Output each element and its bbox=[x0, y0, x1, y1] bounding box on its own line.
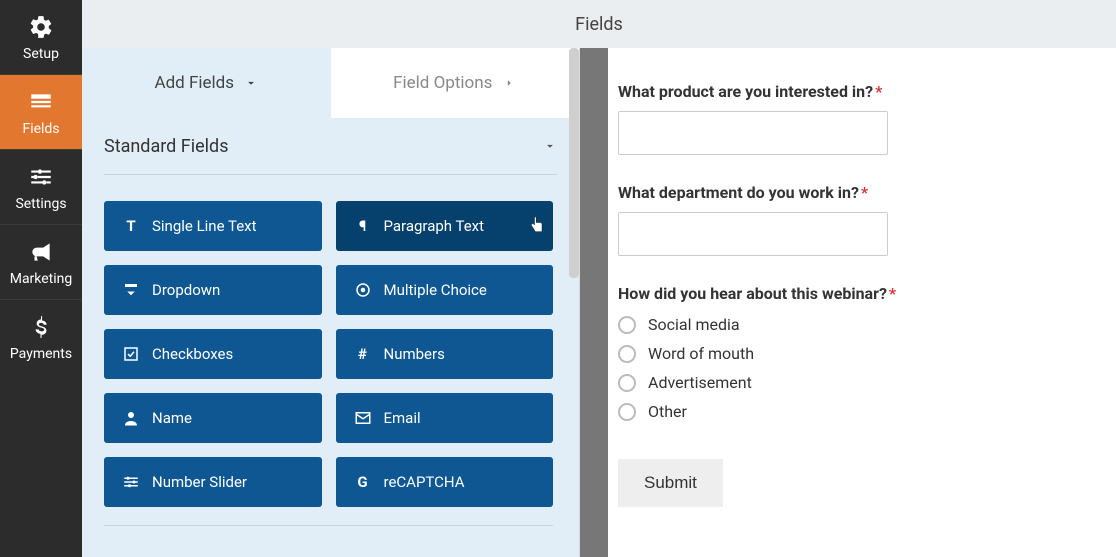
sidebar-nav: Setup Fields Settings Marketing Payments bbox=[0, 0, 82, 557]
sidebar-item-settings[interactable]: Settings bbox=[0, 149, 82, 224]
sidebar-item-payments[interactable]: Payments bbox=[0, 299, 82, 374]
checkbox-icon bbox=[122, 345, 140, 363]
field-numbers[interactable]: # Numbers bbox=[336, 329, 554, 379]
field-email[interactable]: Email bbox=[336, 393, 554, 443]
bullhorn-icon bbox=[28, 239, 54, 265]
required-mark: * bbox=[861, 183, 868, 202]
envelope-icon bbox=[354, 409, 372, 427]
hash-icon: # bbox=[354, 345, 372, 363]
field-checkboxes[interactable]: Checkboxes bbox=[104, 329, 322, 379]
fields-scroll[interactable]: T Single Line Text ¶ Paragraph Text Drop… bbox=[82, 175, 579, 557]
sidebar-item-marketing[interactable]: Marketing bbox=[0, 224, 82, 299]
form-field-hear-about: How did you hear about this webinar?* So… bbox=[618, 284, 1076, 421]
field-grid: T Single Line Text ¶ Paragraph Text Drop… bbox=[82, 175, 575, 525]
label-text: What product are you interested in? bbox=[618, 82, 873, 101]
option-label: Social media bbox=[648, 315, 740, 334]
label-text: How did you hear about this webinar? bbox=[618, 284, 887, 303]
section-title: Standard Fields bbox=[104, 136, 229, 157]
section-standard-fields[interactable]: Standard Fields bbox=[82, 118, 579, 174]
tab-label: Field Options bbox=[393, 73, 492, 93]
tab-label: Add Fields bbox=[154, 73, 234, 93]
field-single-line-text[interactable]: T Single Line Text bbox=[104, 201, 322, 251]
radio-icon bbox=[618, 374, 636, 392]
google-icon: G bbox=[354, 473, 372, 491]
sidebar-item-label: Setup bbox=[23, 46, 59, 62]
option-label: Other bbox=[648, 402, 687, 421]
radio-list: Social media Word of mouth Advertisement… bbox=[618, 315, 1076, 421]
field-label: Paragraph Text bbox=[384, 217, 485, 235]
sliders-icon bbox=[122, 473, 140, 491]
sidebar-item-label: Settings bbox=[15, 196, 66, 212]
scrollbar[interactable] bbox=[569, 48, 579, 278]
sidebar-item-label: Marketing bbox=[10, 271, 73, 287]
required-mark: * bbox=[889, 284, 896, 303]
option-label: Advertisement bbox=[648, 373, 752, 392]
main-area: Fields Add Fields Field Options Standard… bbox=[82, 0, 1116, 557]
product-input[interactable] bbox=[618, 111, 888, 155]
field-label: What product are you interested in?* bbox=[618, 82, 1076, 101]
chevron-right-icon bbox=[502, 76, 516, 90]
field-label: Numbers bbox=[384, 345, 445, 363]
content-row: Add Fields Field Options Standard Fields… bbox=[82, 48, 1116, 557]
field-label: Single Line Text bbox=[152, 217, 257, 235]
field-recaptcha[interactable]: G reCAPTCHA bbox=[336, 457, 554, 507]
dollar-icon bbox=[28, 314, 54, 340]
field-name[interactable]: Name bbox=[104, 393, 322, 443]
sidebar-item-fields[interactable]: Fields bbox=[0, 74, 82, 149]
submit-button[interactable]: Submit bbox=[618, 459, 723, 507]
radio-icon bbox=[618, 316, 636, 334]
fields-panel: Add Fields Field Options Standard Fields… bbox=[82, 48, 580, 557]
cursor-icon bbox=[527, 215, 547, 235]
radio-icon bbox=[354, 281, 372, 299]
field-paragraph-text[interactable]: ¶ Paragraph Text bbox=[336, 201, 554, 251]
form-field-department: What department do you work in?* bbox=[618, 183, 1076, 256]
chevron-down-icon bbox=[244, 76, 258, 90]
sidebar-item-label: Fields bbox=[22, 121, 59, 137]
field-label: Dropdown bbox=[152, 281, 220, 299]
department-input[interactable] bbox=[618, 212, 888, 256]
radio-option[interactable]: Other bbox=[618, 402, 1076, 421]
panel-tabs: Add Fields Field Options bbox=[82, 48, 579, 118]
form-preview: What product are you interested in?* Wha… bbox=[608, 48, 1116, 557]
user-icon bbox=[122, 409, 140, 427]
field-label: Name bbox=[152, 409, 192, 427]
field-label: Email bbox=[384, 409, 421, 427]
form-icon bbox=[28, 89, 54, 115]
gear-icon bbox=[28, 14, 54, 40]
page-title-text: Fields bbox=[575, 14, 623, 35]
label-text: What department do you work in? bbox=[618, 183, 859, 202]
field-dropdown[interactable]: Dropdown bbox=[104, 265, 322, 315]
divider bbox=[104, 525, 553, 526]
radio-option[interactable]: Advertisement bbox=[618, 373, 1076, 392]
tab-add-fields[interactable]: Add Fields bbox=[82, 48, 331, 118]
required-mark: * bbox=[875, 82, 882, 101]
field-label: Checkboxes bbox=[152, 345, 233, 363]
field-multiple-choice[interactable]: Multiple Choice bbox=[336, 265, 554, 315]
sliders-icon bbox=[28, 164, 54, 190]
text-icon: T bbox=[122, 217, 140, 235]
radio-option[interactable]: Social media bbox=[618, 315, 1076, 334]
field-label: Multiple Choice bbox=[384, 281, 487, 299]
chevron-down-icon bbox=[543, 139, 557, 153]
paragraph-icon: ¶ bbox=[354, 217, 372, 235]
option-label: Word of mouth bbox=[648, 344, 754, 363]
field-label: How did you hear about this webinar?* bbox=[618, 284, 1076, 303]
tab-field-options[interactable]: Field Options bbox=[331, 48, 580, 118]
radio-option[interactable]: Word of mouth bbox=[618, 344, 1076, 363]
field-label: Number Slider bbox=[152, 473, 247, 491]
page-title: Fields bbox=[82, 0, 1116, 48]
field-label: What department do you work in?* bbox=[618, 183, 1076, 202]
radio-icon bbox=[618, 403, 636, 421]
field-number-slider[interactable]: Number Slider bbox=[104, 457, 322, 507]
field-label: reCAPTCHA bbox=[384, 473, 465, 491]
sidebar-item-label: Payments bbox=[10, 346, 72, 362]
sidebar-item-setup[interactable]: Setup bbox=[0, 0, 82, 74]
resize-divider[interactable] bbox=[580, 48, 608, 557]
dropdown-icon bbox=[122, 281, 140, 299]
form-field-product: What product are you interested in?* bbox=[618, 82, 1076, 155]
radio-icon bbox=[618, 345, 636, 363]
